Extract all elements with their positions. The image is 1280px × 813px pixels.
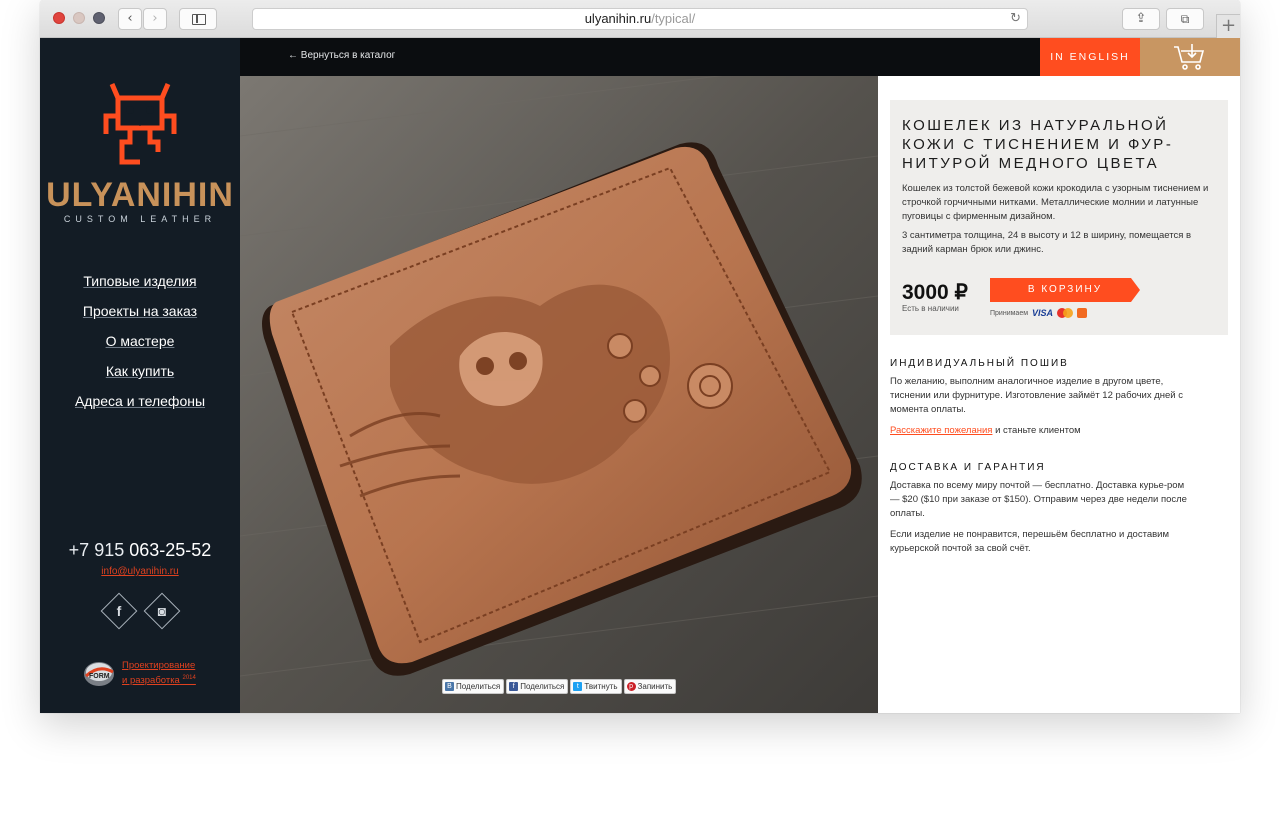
facebook-icon: f — [116, 603, 122, 619]
product-price: 3000 ₽ — [902, 281, 968, 304]
site: ULYANIHIN CUSTOM LEATHER Типовые изделия… — [40, 38, 1240, 713]
product-info-card: Кошелек из натуральной кожи с тиснением … — [890, 100, 1228, 335]
tabs-overview-button[interactable]: ⧉ — [1166, 8, 1204, 30]
share-facebook-label: Поделиться — [520, 682, 565, 691]
brand-logo-icon[interactable] — [100, 78, 180, 170]
brand-name: ULYANIHIN — [46, 176, 234, 214]
studio-credit-link[interactable]: Проектирование и разработка 2014 — [122, 660, 196, 687]
address-bar[interactable]: ulyanihin.ru/typical/ ↻ — [252, 8, 1028, 30]
product-photo[interactable] — [240, 76, 878, 713]
cart-button[interactable] — [1140, 38, 1240, 76]
phone-number[interactable]: +7 915 063-25-52 — [40, 540, 240, 561]
cart-icon — [1174, 44, 1205, 70]
instagram-icon: ◙ — [157, 603, 167, 619]
facebook-icon: f — [509, 682, 519, 691]
share-pinterest-button[interactable]: p Запинить — [623, 679, 677, 694]
email-link[interactable]: info@ulyanihin.ru — [40, 566, 240, 577]
share-twitter-label: Твитнуть — [584, 682, 618, 691]
credit-line-2: и разработка — [122, 675, 180, 687]
mastercard-icon — [1057, 308, 1074, 318]
url-host: ulyanihin.ru — [584, 11, 652, 26]
instagram-link[interactable]: ◙ — [143, 592, 181, 630]
share-bar: B Поделиться f Поделиться t Твитнуть p Запин… — [442, 679, 677, 695]
custom-tailoring-heading: Индивидуальный пошив — [890, 358, 1069, 369]
sidebar-toggle-button[interactable] — [179, 8, 217, 30]
browser-toolbar: ‹ › ulyanihin.ru/typical/ ↻ ⇪ ⧉ + — [40, 0, 1240, 38]
stock-status: Есть в наличии — [902, 304, 959, 313]
custom-tailoring-cta: Расскажите пожелания и станьте клиентом — [890, 424, 1190, 438]
tell-wishes-link[interactable]: Расскажите пожелания — [890, 425, 992, 436]
delivery-text: Доставка по всему миру почтой — бесплатн… — [890, 480, 1187, 519]
form-logo-text: FORM — [89, 673, 110, 680]
forward-button[interactable]: › — [143, 8, 167, 30]
close-window-button[interactable] — [53, 12, 65, 24]
minimize-window-button[interactable] — [73, 12, 85, 24]
back-button[interactable]: ‹ — [118, 8, 142, 30]
menu-item-custom-projects[interactable]: Проекты на заказ — [40, 301, 240, 331]
wallet-image — [240, 76, 878, 713]
share-vk-button[interactable]: B Поделиться — [442, 679, 505, 694]
sidebar-icon — [192, 14, 206, 25]
product-description: Кошелек из толстой бежевой кожи крокодил… — [902, 183, 1209, 222]
accept-label: Принимаем — [990, 309, 1029, 317]
twitter-icon: t — [573, 682, 583, 691]
menu-item-about-master[interactable]: О мастере — [40, 331, 240, 361]
payment-methods: Принимаем VISA — [990, 308, 1088, 318]
add-to-cart-button[interactable]: В КОРЗИНУ — [990, 278, 1140, 302]
vk-icon: B — [445, 682, 454, 691]
visa-icon: VISA — [1032, 308, 1054, 318]
sidebar: ULYANIHIN CUSTOM LEATHER Типовые изделия… — [40, 38, 240, 713]
share-button[interactable]: ⇪ — [1122, 8, 1160, 30]
url-path: /typical/ — [651, 11, 696, 26]
menu-item-addresses[interactable]: Адреса и телефоны — [40, 391, 240, 421]
back-to-catalog-link[interactable]: ← Вернуться в каталог — [288, 50, 395, 61]
pinterest-icon: p — [626, 682, 636, 691]
menu-item-how-to-buy[interactable]: Как купить — [40, 361, 240, 391]
share-twitter-button[interactable]: t Твитнуть — [570, 679, 622, 694]
menu-item-typical[interactable]: Типовые изделия — [40, 271, 240, 301]
credit-line-1: Проектирование — [122, 660, 196, 671]
share-vk-label: Поделиться — [456, 682, 501, 691]
custom-tailoring-text: По желанию, выполним аналогичное изделие… — [890, 376, 1183, 415]
product-dimensions: 3 сантиметра толщина, 24 в высоту и 12 в… — [902, 230, 1192, 255]
facebook-link[interactable]: f — [100, 592, 138, 630]
share-pinterest-label: Запинить — [637, 682, 673, 691]
yandex-money-icon — [1077, 308, 1088, 318]
zoom-window-button[interactable] — [93, 12, 105, 24]
brand-tagline: CUSTOM LEATHER — [63, 214, 217, 224]
phone-prefix: +7 915 — [68, 540, 125, 560]
share-facebook-button[interactable]: f Поделиться — [506, 679, 569, 694]
credit-year: 2014 — [182, 675, 196, 681]
top-bar: ← Вернуться в каталог IN ENGLISH — [240, 38, 1240, 76]
phone-digits: 063-25-52 — [124, 540, 212, 560]
browser-window: ‹ › ulyanihin.ru/typical/ ↻ ⇪ ⧉ + ULYANI… — [40, 0, 1240, 713]
main-menu: Типовые изделия Проекты на заказ О масте… — [40, 271, 240, 421]
product-title: Кошелек из натуральной кожи с тиснением … — [902, 117, 1174, 172]
new-tab-button[interactable]: + — [1216, 14, 1240, 38]
reload-icon[interactable]: ↻ — [1010, 9, 1021, 29]
form-studio-logo-icon[interactable]: FORM — [82, 658, 116, 688]
delivery-heading: Доставка и гарантия — [890, 462, 1046, 473]
guarantee-text: Если изделие не понравится, перешьём бес… — [890, 529, 1169, 554]
language-switch-button[interactable]: IN ENGLISH — [1040, 38, 1140, 76]
cta-suffix: и станьте клиентом — [992, 425, 1081, 436]
